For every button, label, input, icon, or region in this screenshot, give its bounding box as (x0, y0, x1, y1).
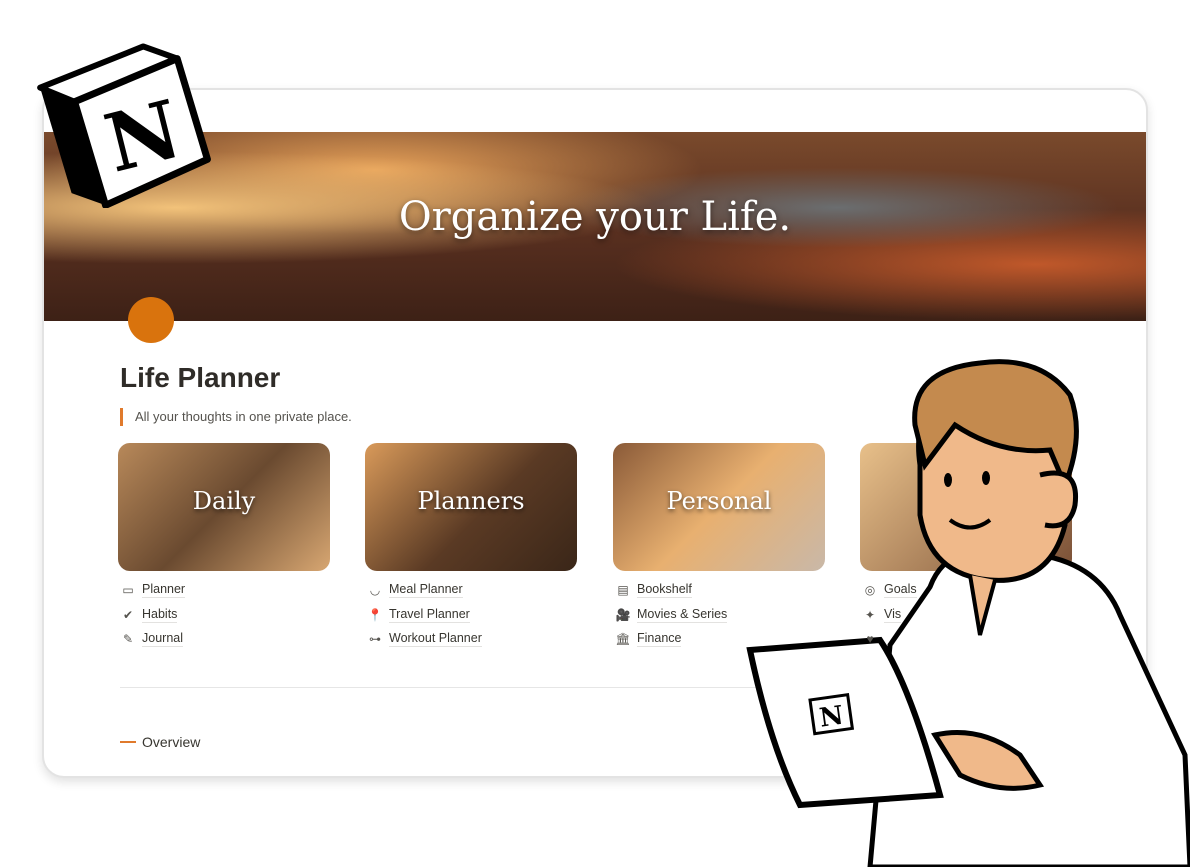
card-daily[interactable]: Daily (118, 443, 330, 571)
link-journal[interactable]: ✎ Journal (120, 627, 332, 652)
bank-icon: 🏛 (615, 632, 631, 647)
link-label[interactable]: Habits (142, 607, 178, 623)
person-illustration: N (746, 359, 1190, 867)
link-label[interactable]: Travel Planner (389, 607, 470, 623)
overview-heading: Overview (120, 734, 200, 750)
link-label[interactable]: Journal (142, 631, 183, 648)
page-quote: All your thoughts in one private place. (120, 408, 352, 426)
link-label[interactable]: Bookshelf (637, 582, 692, 599)
heart-icon: ♥ (866, 632, 874, 647)
target-icon: ◎ (864, 583, 876, 598)
link-label[interactable]: Goals (884, 582, 917, 599)
books-icon: ▤ (617, 583, 629, 598)
link-planner[interactable]: ▭ Planner (120, 578, 332, 603)
card-title: Daily (192, 487, 256, 515)
overview-label: Overview (142, 734, 201, 750)
page-icon[interactable] (128, 297, 174, 343)
notion-logo: N (37, 43, 211, 208)
link-travel-planner[interactable]: 📍 Travel Planner (367, 603, 579, 628)
link-workout-planner[interactable]: ⊶ Workout Planner (367, 627, 579, 652)
brush-icon: ✎ (122, 632, 134, 647)
card-planners[interactable]: Planners (365, 443, 577, 571)
link-label[interactable]: Vis (884, 607, 902, 623)
film-camera-icon: 🎥 (615, 607, 631, 622)
pin-icon: 📍 (367, 607, 383, 622)
sparkles-icon: ✦ (864, 607, 876, 622)
dumbbell-icon: ⊶ (369, 632, 381, 647)
link-heart[interactable]: ♥ (862, 627, 917, 652)
daily-links: ▭ Planner ✔ Habits ✎ Journal (120, 578, 332, 652)
link-habits[interactable]: ✔ Habits (120, 603, 332, 628)
link-goals[interactable]: ◎ Goals (862, 578, 917, 603)
link-label[interactable]: Workout Planner (389, 631, 482, 648)
check-circle-icon: ✔ (122, 607, 134, 622)
overview-dash (120, 741, 136, 743)
laptop-logo: N (818, 701, 846, 734)
calendar-icon: ▭ (122, 583, 134, 598)
link-label[interactable]: Finance (637, 631, 682, 648)
link-vision[interactable]: ✦ Vis (862, 603, 917, 628)
card-title: Planners (417, 487, 525, 515)
link-label[interactable]: Movies & Series (637, 607, 728, 623)
bowl-icon: ◡ (369, 583, 381, 598)
page-title: Life Planner (120, 362, 281, 393)
planners-links: ◡ Meal Planner 📍 Travel Planner ⊶ Workout P… (367, 578, 579, 652)
link-label[interactable]: Planner (142, 582, 186, 599)
goals-links: ◎ Goals ✦ Vis ♥ (862, 578, 917, 652)
link-meal-planner[interactable]: ◡ Meal Planner (367, 578, 579, 603)
link-label[interactable]: Meal Planner (389, 582, 463, 599)
